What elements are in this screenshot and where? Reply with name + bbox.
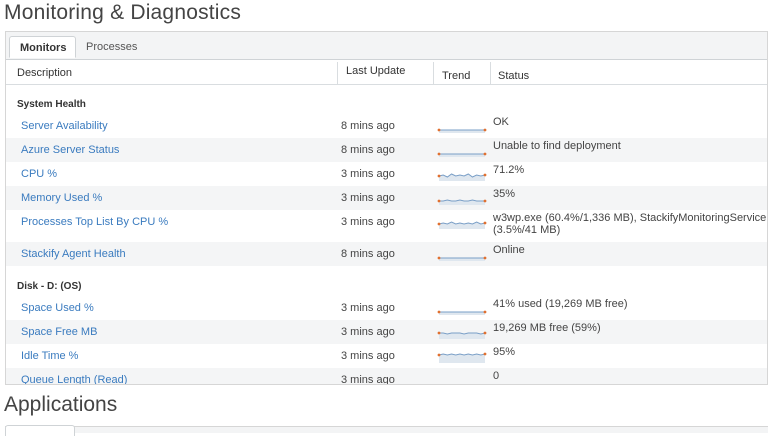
trend-marker (437, 256, 441, 260)
trend-marker (483, 152, 487, 156)
trend-marker (483, 310, 487, 314)
last-update: 8 mins ago (341, 120, 395, 132)
status-text: 41% used (19,269 MB free) (493, 298, 628, 310)
status-text: 0 (493, 370, 500, 382)
monitor-link[interactable]: Azure Server Status (21, 144, 119, 156)
group-header: System Health (17, 99, 86, 110)
trend-sparkline (437, 352, 487, 363)
last-update: 3 mins ago (341, 326, 395, 338)
status-text: w3wp.exe (60.4%/1,336 MB), StackifyMonit… (493, 212, 767, 236)
trend-sparkline (437, 331, 487, 339)
table-row: CPU % 3 mins ago 71.2% (6, 162, 767, 186)
table-row: Azure Server Status 8 mins ago Unable to f… (6, 138, 767, 162)
trend-marker (437, 222, 441, 226)
monitor-link[interactable]: Idle Time % (21, 350, 78, 362)
trend-marker (437, 310, 441, 314)
page-title: Monitoring & Diagnostics (4, 1, 242, 24)
trend-marker (483, 256, 487, 260)
table-row: Idle Time % 3 mins ago 95% (6, 344, 767, 368)
header-description[interactable]: Description (17, 67, 72, 79)
trend-sparkline (437, 310, 487, 315)
trend-marker (483, 199, 487, 203)
monitor-link[interactable]: Queue Length (Read) (21, 374, 127, 384)
trend-sparkline (437, 173, 487, 181)
monitor-link[interactable]: CPU % (21, 168, 57, 180)
monitor-link[interactable]: Memory Used % (21, 192, 102, 204)
header-status[interactable]: Status (498, 70, 529, 82)
last-update: 3 mins ago (341, 302, 395, 314)
trend-marker (483, 221, 487, 225)
trend-line (439, 199, 485, 202)
table-row: Queue Length (Read) 3 mins ago 0 (6, 368, 767, 385)
group-header: Disk - D: (OS) (17, 281, 82, 292)
trend-sparkline (437, 128, 487, 133)
status-text: 35% (493, 188, 516, 200)
monitor-link[interactable]: Server Availability (21, 120, 108, 132)
monitor-link[interactable]: Space Used % (21, 302, 94, 314)
trend-marker (437, 353, 441, 357)
last-update: 8 mins ago (341, 144, 395, 156)
header-trend: Trend (442, 70, 471, 82)
last-update: 3 mins ago (341, 216, 395, 228)
last-update: 3 mins ago (341, 168, 395, 180)
trend-marker (483, 173, 487, 177)
trend-marker (437, 174, 441, 178)
monitors-table: Description Last Update Trend Status Sys… (6, 60, 767, 385)
trend-sparkline (437, 152, 487, 157)
last-update: 3 mins ago (341, 374, 395, 385)
trend-marker (437, 128, 441, 132)
table-row: Stackify Agent Health 8 mins ago Online (6, 242, 767, 266)
trend-line (438, 353, 486, 356)
trend-marker (437, 199, 441, 203)
trend-marker (483, 331, 487, 335)
last-update: 3 mins ago (341, 350, 395, 362)
status-text: 95% (493, 346, 516, 358)
status-text: 71.2% (493, 164, 525, 176)
trend-area (439, 354, 485, 363)
monitor-link[interactable]: Processes Top List By CPU % (21, 216, 168, 228)
monitor-link[interactable]: Space Free MB (21, 326, 97, 338)
trend-sparkline (437, 256, 487, 261)
table-header: Description Last Update Trend Status (6, 60, 767, 85)
trend-marker (437, 331, 441, 335)
status-text: OK (493, 116, 509, 128)
tab-processes[interactable]: Processes (76, 36, 147, 58)
monitor-link[interactable]: Stackify Agent Health (21, 248, 126, 260)
status-text: 19,269 MB free (59%) (493, 322, 601, 334)
trend-sparkline (437, 221, 487, 229)
table-row: Space Free MB 3 mins ago 19,269 MB free (5… (6, 320, 767, 344)
trend-marker (483, 352, 487, 356)
trend-marker (483, 128, 487, 132)
table-row: Memory Used % 3 mins ago 35% (6, 186, 767, 210)
status-text: Unable to find deployment (493, 140, 621, 152)
header-last-update[interactable]: Last Update (346, 65, 405, 77)
trend-line (439, 332, 486, 335)
monitoring-panel: Monitors Processes Description Last Upda… (5, 31, 768, 385)
status-text: Online (493, 244, 525, 256)
trend-marker (437, 152, 441, 156)
tab-monitors[interactable]: Monitors (9, 36, 76, 58)
table-row: Space Used % 3 mins ago 41% used (19,269 M… (6, 296, 767, 320)
trend-sparkline (437, 199, 487, 205)
applications-tab[interactable] (5, 425, 75, 436)
last-update: 8 mins ago (341, 248, 395, 260)
tab-bar: Monitors Processes (6, 32, 767, 60)
last-update: 3 mins ago (341, 192, 395, 204)
table-row: Server Availability 8 mins ago OK (6, 114, 767, 138)
table-row: Processes Top List By CPU % 3 mins ago w3w… (6, 210, 767, 242)
applications-title: Applications (4, 393, 118, 416)
